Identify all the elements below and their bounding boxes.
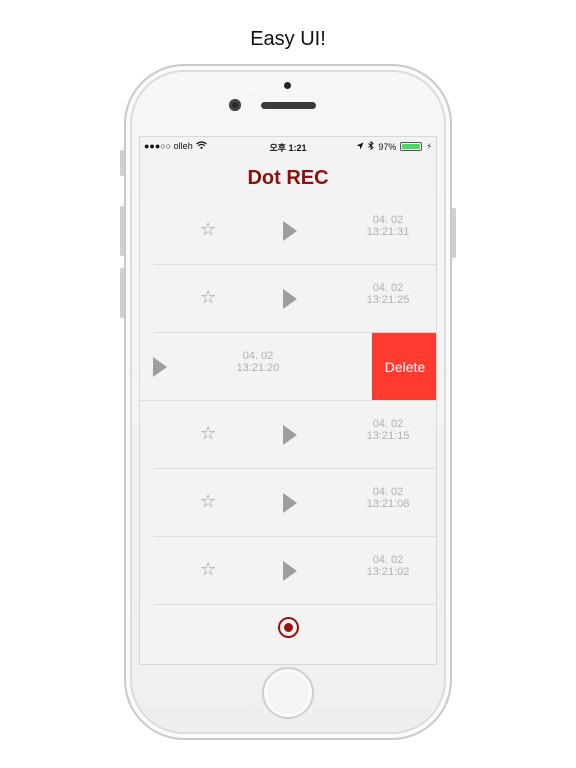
play-icon[interactable] xyxy=(283,493,297,513)
recording-row[interactable]: ☆ 04. 02 13:21:08 xyxy=(153,469,436,537)
recording-timestamp: 04. 02 13:21:15 xyxy=(338,418,436,442)
play-icon[interactable] xyxy=(283,425,297,445)
front-camera xyxy=(229,99,241,111)
delete-button[interactable]: Delete xyxy=(372,333,436,400)
recording-date: 04. 02 xyxy=(372,282,404,294)
play-icon[interactable] xyxy=(283,561,297,581)
recording-row[interactable]: ☆ 04. 02 13:21:31 xyxy=(153,197,436,265)
earpiece-speaker xyxy=(261,102,316,109)
charging-icon: ⚡ xyxy=(426,142,432,151)
battery-percent: 97% xyxy=(378,141,397,152)
recording-date: 04. 02 xyxy=(372,486,404,498)
star-outline-icon[interactable]: ☆ xyxy=(200,219,216,240)
recording-row[interactable]: ☆ 04. 02 13:21:02 xyxy=(153,537,436,605)
recording-time: 13:21:25 xyxy=(366,294,410,306)
recording-time: 13:21:15 xyxy=(366,430,410,442)
recording-date: 04. 02 xyxy=(372,214,404,226)
recording-timestamp: 04. 02 13:21:20 xyxy=(208,350,308,374)
proximity-sensor xyxy=(284,82,291,89)
battery-icon xyxy=(400,142,423,151)
promo-caption: Easy UI! xyxy=(250,28,326,50)
home-button[interactable] xyxy=(262,667,314,719)
recording-timestamp: 04. 02 13:21:08 xyxy=(338,486,436,510)
star-outline-icon[interactable]: ☆ xyxy=(200,559,216,580)
status-bar: ●●●○○ olleh 오후 1:21 97% ⚡ xyxy=(140,137,436,157)
record-icon[interactable] xyxy=(278,617,299,638)
play-icon[interactable] xyxy=(153,357,167,377)
recording-timestamp: 04. 02 13:21:02 xyxy=(338,554,436,578)
recording-date: 04. 02 xyxy=(372,418,404,430)
app-title: Dot REC xyxy=(247,167,329,189)
location-arrow-icon xyxy=(356,142,364,152)
star-outline-icon[interactable]: ☆ xyxy=(200,287,216,308)
recording-row[interactable]: ☆ 04. 02 13:21:15 xyxy=(153,401,436,469)
recording-row[interactable]: ☆ 04. 02 13:21:25 xyxy=(153,265,436,333)
recording-time: 13:21:20 xyxy=(236,362,280,374)
recording-timestamp: 04. 02 13:21:25 xyxy=(338,282,436,306)
recording-time: 13:21:31 xyxy=(366,226,410,238)
star-outline-icon[interactable]: ☆ xyxy=(200,423,216,444)
bluetooth-icon xyxy=(368,140,375,152)
recording-date: 04. 02 xyxy=(372,554,404,566)
star-outline-icon[interactable]: ☆ xyxy=(200,491,216,512)
recording-time: 13:21:02 xyxy=(366,566,410,578)
recording-date: 04. 02 xyxy=(242,350,274,362)
recording-row[interactable]: 04. 02 13:21:20 Delete xyxy=(140,333,436,401)
play-icon[interactable] xyxy=(283,221,297,241)
play-icon[interactable] xyxy=(283,289,297,309)
app-screen: ●●●○○ olleh 오후 1:21 97% ⚡ Dot REC ☆ 04. 0… xyxy=(139,136,437,665)
recording-timestamp: 04. 02 13:21:31 xyxy=(338,214,436,238)
recording-time: 13:21:08 xyxy=(366,498,410,510)
